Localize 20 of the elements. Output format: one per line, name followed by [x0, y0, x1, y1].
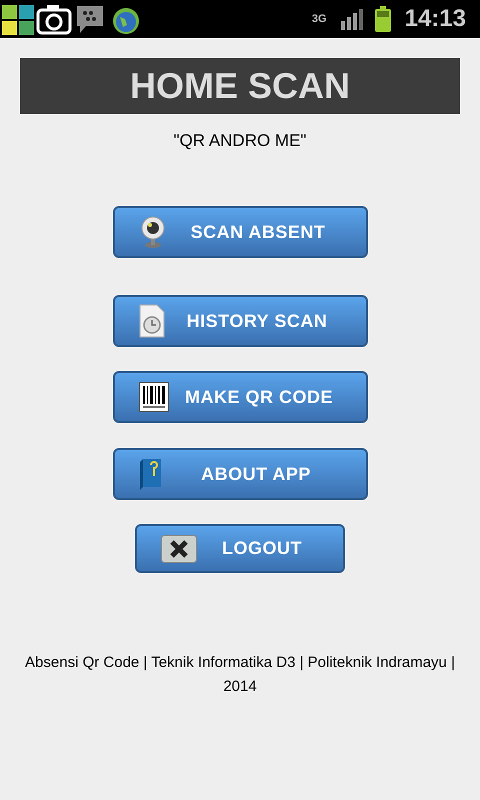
book-icon	[138, 457, 162, 491]
screen-title: HOME SCAN	[130, 64, 350, 108]
menu-button[interactable]: HISTORY SCAN	[112, 295, 368, 347]
menu-button[interactable]: MAKE QR CODE	[112, 371, 368, 423]
app-subtitle: "QR ANDRO ME"	[174, 131, 306, 150]
close-icon	[161, 534, 197, 562]
clock-document-icon	[138, 304, 164, 338]
battery-icon	[374, 6, 391, 32]
network-type-label: 3G	[312, 14, 327, 24]
footer-text: Absensi Qr Code | Teknik Informatika D3 | Politeknik Indramayu | 2014	[25, 654, 455, 695]
camera-icon	[36, 3, 72, 35]
logout-button[interactable]: LOGOUT	[135, 524, 345, 573]
clock-time: 14:13	[404, 4, 466, 34]
barcode-icon	[138, 382, 168, 412]
menu-button[interactable]: SCAN ABSENT	[112, 206, 368, 258]
webcam-icon	[138, 216, 166, 248]
app-grid-icon	[2, 3, 34, 35]
signal-icon	[340, 8, 363, 30]
menu-button[interactable]: ABOUT APP	[112, 448, 368, 500]
chat-bubble-icon	[74, 3, 106, 35]
